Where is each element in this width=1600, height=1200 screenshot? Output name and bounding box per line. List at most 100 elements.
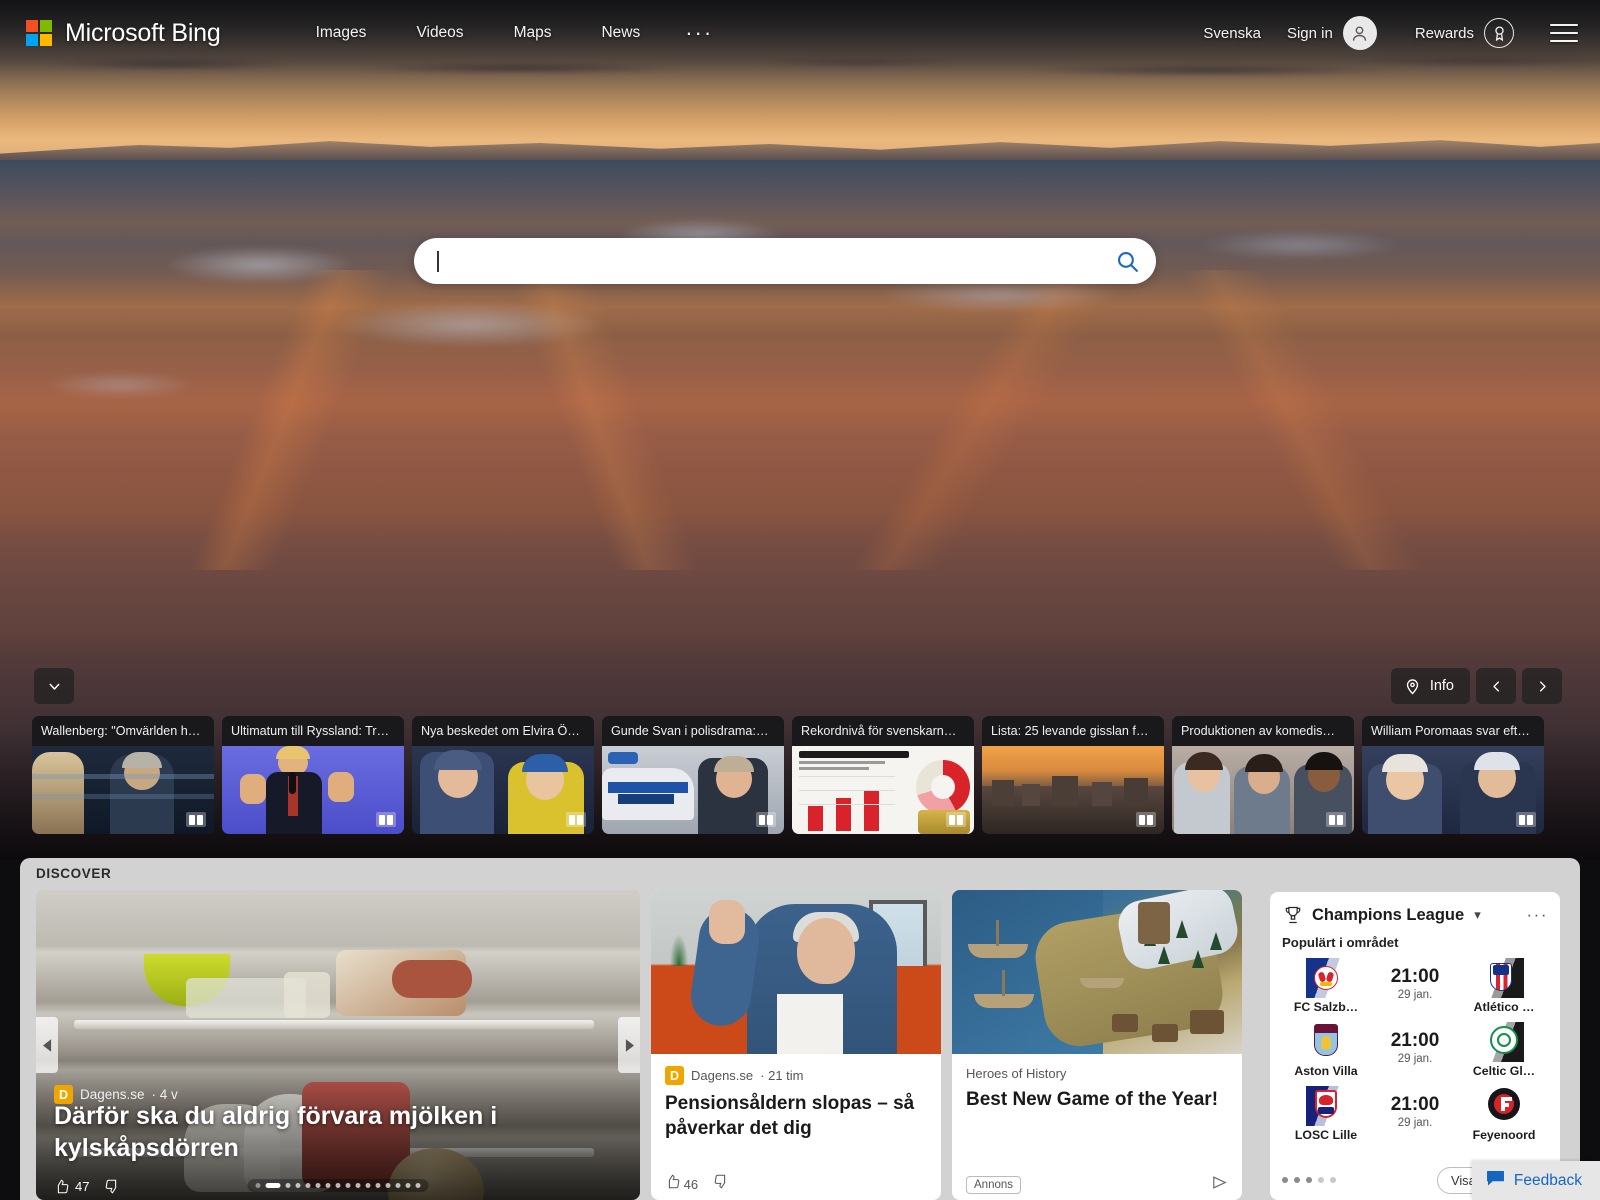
game-ship xyxy=(974,994,1034,1008)
news-card-title: Produktionen av komedis… xyxy=(1172,716,1354,746)
ad-choices-icon[interactable] xyxy=(1212,1176,1228,1194)
cl-away-team: Feyenoord xyxy=(1456,1086,1552,1142)
cl-match-row[interactable]: LOSC Lille 21:00 29 jan. Feyenoord xyxy=(1270,1078,1560,1142)
hamburger-icon[interactable] xyxy=(1550,23,1578,43)
news-card-title: Rekordnivå för svenskarn… xyxy=(792,716,974,746)
person-head xyxy=(797,918,855,984)
like-button[interactable]: 47 xyxy=(54,1179,89,1194)
match-date: 29 jan. xyxy=(1397,1117,1433,1129)
discover-cards: D Dagens.se · 4 v Därför ska du aldrig f… xyxy=(36,890,1242,1200)
discover-card-game[interactable]: Heroes of History Best New Game of the Y… xyxy=(952,890,1242,1200)
match-date: 29 jan. xyxy=(1397,1053,1433,1065)
cl-home-team: FC Salzb… xyxy=(1278,958,1374,1014)
rewards-group[interactable]: Rewards xyxy=(1415,18,1514,48)
dislike-button[interactable] xyxy=(714,1174,729,1192)
chevron-right-icon[interactable] xyxy=(1522,668,1562,704)
chevron-down-icon[interactable] xyxy=(34,668,74,704)
cl-subtitle: Populärt i området xyxy=(1282,935,1399,950)
person-shirt xyxy=(777,994,843,1054)
image-info-label: Info xyxy=(1429,678,1454,694)
source-name: Dagens.se xyxy=(691,1068,754,1083)
discover-card-pension[interactable]: D Dagens.se · 21 tim Pensionsåldern slop… xyxy=(651,890,941,1200)
nav-news[interactable]: News xyxy=(585,16,656,50)
news-thumbnail xyxy=(32,746,214,834)
game-tree xyxy=(1192,950,1204,968)
game-tree xyxy=(1210,932,1222,950)
card-thumbnail xyxy=(651,890,941,1054)
cl-title: Champions League xyxy=(1312,905,1465,924)
cl-match-time: 21:00 29 jan. xyxy=(1374,1086,1456,1129)
team-crest-feyenoord xyxy=(1484,1086,1524,1126)
cl-home-team: Aston Villa xyxy=(1278,1022,1374,1078)
card-title: Därför ska du aldrig förvara mjölken i k… xyxy=(54,1102,498,1162)
news-card-komedi[interactable]: Produktionen av komedis… xyxy=(1172,716,1354,834)
feedback-icon xyxy=(1486,1170,1505,1191)
news-thumbnail xyxy=(222,746,404,834)
game-sail xyxy=(1002,970,1005,996)
search-input[interactable] xyxy=(414,239,645,283)
like-count: 47 xyxy=(75,1179,90,1194)
bing-logo[interactable]: Microsoft Bing xyxy=(26,19,221,48)
game-hut xyxy=(1152,1024,1178,1042)
news-card-gunde-svan[interactable]: Gunde Svan i polisdrama:… xyxy=(602,716,784,834)
news-card-elvira[interactable]: Nya beskedet om Elvira Ö… xyxy=(412,716,594,834)
nav-videos[interactable]: Videos xyxy=(400,16,479,50)
article-icon xyxy=(1136,812,1156,827)
news-card-gisslan[interactable]: Lista: 25 levande gisslan f… xyxy=(982,716,1164,834)
person-icon[interactable] xyxy=(1342,16,1377,50)
team-crest-salzburg xyxy=(1306,958,1346,998)
chevron-left-icon[interactable] xyxy=(1476,668,1516,704)
cl-header: Champions League ▾ ··· xyxy=(1270,892,1560,926)
news-card-title: Gunde Svan i polisdrama:… xyxy=(602,716,784,746)
carousel-pagination[interactable] xyxy=(247,1179,429,1192)
nav-more-icon[interactable]: ··· xyxy=(671,22,727,44)
cl-match-row[interactable]: Aston Villa 21:00 29 jan. Celtic Gl… xyxy=(1270,1014,1560,1078)
discover-card-milk[interactable]: D Dagens.se · 4 v Därför ska du aldrig f… xyxy=(36,890,640,1200)
news-card-ryssland[interactable]: Ultimatum till Ryssland: Tr… xyxy=(222,716,404,834)
article-icon xyxy=(1326,812,1346,827)
cl-match-row[interactable]: FC Salzb… 21:00 29 jan. Atlético … xyxy=(1270,950,1560,1014)
dislike-button[interactable] xyxy=(105,1179,120,1194)
chevron-down-icon[interactable]: ▾ xyxy=(1474,907,1481,923)
nav-images[interactable]: Images xyxy=(300,16,383,50)
cl-away-team: Atlético … xyxy=(1456,958,1552,1014)
article-icon xyxy=(756,812,776,827)
news-card-poromaa[interactable]: William Poromaas svar eft… xyxy=(1362,716,1544,834)
team-name: Feyenoord xyxy=(1472,1128,1536,1142)
news-card-wallenberg[interactable]: Wallenberg: "Omvärlden h… xyxy=(32,716,214,834)
match-time: 21:00 xyxy=(1390,1094,1440,1115)
news-thumbnail xyxy=(792,746,974,834)
discover-prev-button[interactable] xyxy=(36,1017,58,1073)
news-card-rekordniva[interactable]: Rekordnivå för svenskarn… xyxy=(792,716,974,834)
search-icon[interactable] xyxy=(1098,238,1156,284)
like-button[interactable]: 46 xyxy=(665,1174,698,1192)
ad-row: Annons xyxy=(966,1176,1228,1194)
language-selector[interactable]: Svenska xyxy=(1203,25,1261,42)
feedback-button[interactable]: Feedback xyxy=(1471,1161,1600,1200)
fridge-shelf xyxy=(74,1020,594,1029)
card-title: Pensionsåldern slopas – så påverkar det … xyxy=(665,1093,915,1139)
cl-match-time: 21:00 29 jan. xyxy=(1374,1022,1456,1065)
game-ship xyxy=(1080,978,1124,988)
more-options-icon[interactable]: ··· xyxy=(1527,905,1548,925)
champions-league-panel: Champions League ▾ ··· Populärt i område… xyxy=(1270,892,1560,1200)
nav-maps[interactable]: Maps xyxy=(498,16,568,50)
game-hut xyxy=(1112,1014,1138,1032)
thumbs-down-gesture xyxy=(709,900,745,944)
cl-pagination[interactable] xyxy=(1282,1177,1336,1183)
cl-away-team: Celtic Gl… xyxy=(1456,1022,1552,1078)
scroll-down-control xyxy=(34,668,74,704)
search-bar[interactable] xyxy=(414,238,1156,284)
news-thumbnail xyxy=(1362,746,1544,834)
news-card-title: Nya beskedet om Elvira Ö… xyxy=(412,716,594,746)
discover-next-button[interactable] xyxy=(618,1017,640,1073)
rewards-label: Rewards xyxy=(1414,24,1474,42)
fridge-meat xyxy=(392,960,472,998)
match-time: 21:00 xyxy=(1390,966,1440,987)
game-hut xyxy=(1190,1010,1224,1034)
sign-in-group[interactable]: Sign in xyxy=(1287,16,1377,50)
medal-icon[interactable] xyxy=(1484,18,1514,48)
like-count: 46 xyxy=(683,1177,699,1192)
image-info-button[interactable]: Info xyxy=(1390,668,1470,704)
source-name: Heroes of History xyxy=(966,1066,1067,1081)
